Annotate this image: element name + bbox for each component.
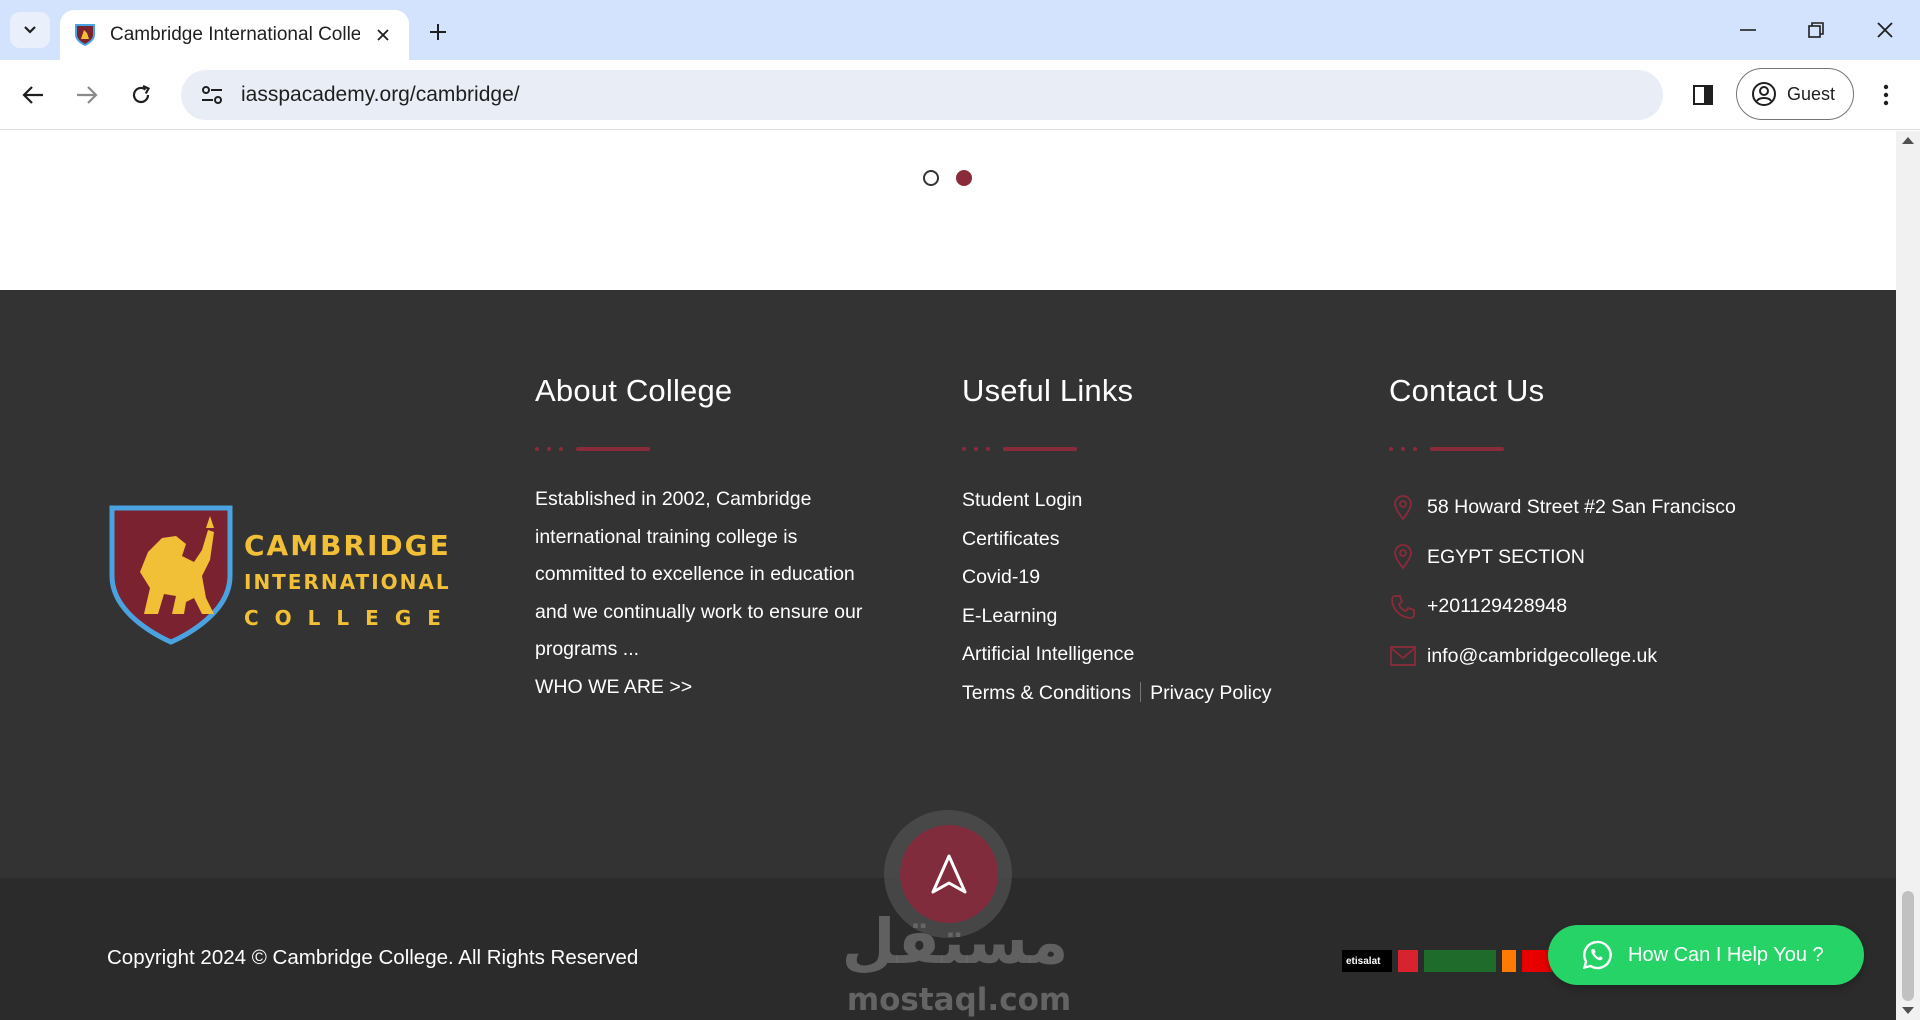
carousel-dot-2[interactable] [956,170,972,186]
link-privacy[interactable]: Privacy Policy [1150,682,1271,704]
carousel-pagination [923,170,972,186]
restore-button[interactable] [1788,8,1844,52]
scroll-down-arrow-icon[interactable] [1902,1007,1914,1014]
location-pin-icon [1389,543,1417,571]
contact-title: Contact Us [1389,373,1545,408]
arrow-right-icon [77,86,98,104]
logo-line-2: INTERNATIONAL [244,570,451,594]
useful-links-column: Useful Links Student Login Certificates … [962,373,1271,712]
mail-icon [1389,642,1417,670]
browser-menu-button[interactable] [1868,74,1904,116]
contact-address: 58 Howard Street #2 San Francisco [1389,483,1736,533]
whatsapp-icon [1582,940,1612,970]
link-student-login[interactable]: Student Login [962,481,1271,520]
title-divider [1389,447,1509,451]
etisalat-logo: etisalat [1342,950,1392,972]
plus-icon [430,24,446,40]
whatsapp-help-button[interactable]: How Can I Help You ? [1548,925,1864,985]
etisalat-cash-logo [1398,950,1418,972]
tab-search-button[interactable] [10,12,50,48]
profile-button[interactable]: Guest [1736,68,1854,120]
link-artificial-intelligence[interactable]: Artificial Intelligence [962,635,1271,674]
mostaql-watermark: مستقل mostaql.com [840,810,1080,1020]
about-text: Established in 2002, Cambridge internati… [535,488,863,660]
active-tab[interactable]: Cambridge International College [60,10,409,60]
college-crest-icon [75,24,95,47]
chevron-down-icon [24,26,36,34]
tab-strip: Cambridge International College [0,0,1920,60]
logo-line-3: COLLEGE [244,606,457,630]
profile-label: Guest [1787,83,1836,104]
link-certificates[interactable]: Certificates [962,520,1271,559]
vertical-scrollbar[interactable] [1896,131,1920,1020]
watermark-url-text: mostaql.com [846,982,1072,1018]
url-text[interactable]: iasspacademy.org/cambridge/ [241,83,520,107]
minimize-icon [1740,29,1756,31]
address-text: 58 Howard Street #2 San Francisco [1427,496,1736,519]
scrollbar-thumb[interactable] [1902,891,1914,1001]
scroll-up-arrow-icon[interactable] [1902,137,1914,144]
email-text[interactable]: info@cambridgecollege.uk [1427,645,1657,668]
reload-button[interactable] [120,74,162,116]
link-terms[interactable]: Terms & Conditions [962,682,1131,704]
payment-provider-logo [1424,950,1496,972]
site-footer: CAMBRIDGE INTERNATIONAL COLLEGE About Co… [0,290,1896,924]
link-covid-19[interactable]: Covid-19 [962,558,1271,597]
account-icon [1752,82,1776,106]
restore-icon [1808,22,1824,38]
contact-section: EGYPT SECTION [1389,533,1736,583]
section-text: EGYPT SECTION [1427,545,1585,568]
forward-button[interactable] [66,74,108,116]
page-viewport: CAMBRIDGE INTERNATIONAL COLLEGE About Co… [0,131,1896,1020]
new-tab-button[interactable] [420,14,456,50]
site-info-icon[interactable] [195,78,229,112]
logo-line-1: CAMBRIDGE [244,529,451,562]
side-panel-icon [1693,85,1713,105]
side-panel-button[interactable] [1682,74,1724,116]
tab-close-icon[interactable] [371,23,395,47]
link-e-learning[interactable]: E-Learning [962,597,1271,636]
college-crest-icon [109,505,233,645]
tab-title: Cambridge International College [110,24,360,45]
minimize-button[interactable] [1720,8,1776,52]
arrow-left-icon [22,86,43,104]
orange-cash-logo [1502,950,1516,972]
more-vertical-icon [1883,84,1889,106]
who-we-are-link[interactable]: WHO WE ARE >> [535,669,875,707]
browser-toolbar: iasspacademy.org/cambridge/ Guest [0,60,1920,130]
phone-icon [1389,593,1417,621]
useful-links-title: Useful Links [962,373,1134,408]
contact-email: info@cambridgecollege.uk [1389,632,1736,682]
close-icon [1877,22,1893,38]
watermark-arabic-text: مستقل [841,905,1069,978]
address-bar[interactable]: iasspacademy.org/cambridge/ [181,70,1663,120]
whatsapp-label: How Can I Help You ? [1628,943,1824,966]
about-title: About College [535,373,733,408]
contact-phone: +201129428948 [1389,582,1736,632]
reload-icon [132,84,151,104]
title-divider [535,447,655,451]
contact-column: Contact Us 58 Howard Street #2 San Franc… [1389,373,1736,681]
back-button[interactable] [12,74,54,116]
logo-wordmark: CAMBRIDGE INTERNATIONAL COLLEGE [244,528,457,636]
college-logo[interactable]: CAMBRIDGE INTERNATIONAL COLLEGE [106,502,449,652]
about-column: About College Established in 2002, Cambr… [535,373,875,706]
contact-list: 58 Howard Street #2 San Francisco EGYPT … [1389,483,1736,681]
phone-text[interactable]: +201129428948 [1427,595,1567,618]
legal-links: Terms & Conditions Privacy Policy [962,674,1271,713]
title-divider [962,447,1082,451]
link-separator [1140,681,1142,702]
copyright-text: Copyright 2024 © Cambridge College. All … [107,946,639,969]
close-window-button[interactable] [1857,8,1913,52]
location-pin-icon [1389,494,1417,522]
carousel-dot-1[interactable] [923,170,939,186]
useful-links-list: Student Login Certificates Covid-19 E-Le… [962,481,1271,712]
payment-logos: etisalat [1342,950,1552,972]
